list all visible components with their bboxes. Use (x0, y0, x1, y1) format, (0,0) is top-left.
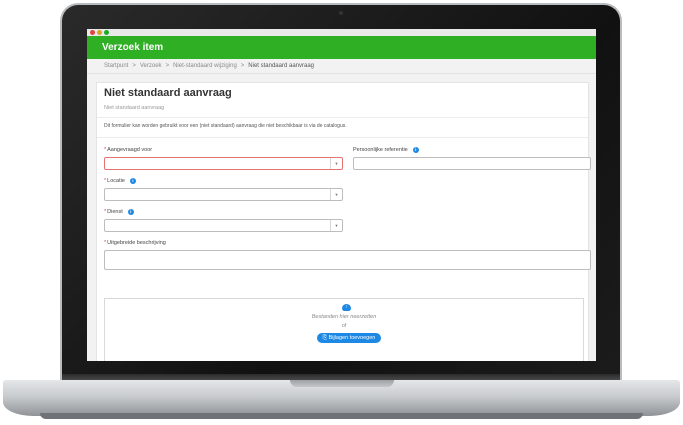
divider (97, 117, 588, 118)
screen: Verzoek item Startpunt > Verzoek > Niet-stan… (87, 29, 596, 361)
camera-dot (339, 11, 343, 15)
page-subtitle: Niet standaard aanvraag (104, 105, 165, 111)
app-title: Verzoek item (102, 42, 164, 53)
description-label: * Uitgebreide beschrijving (104, 240, 166, 246)
info-icon[interactable]: i (127, 209, 134, 215)
attachment-dropzone[interactable]: ↑ Bestanden hier neerzetten of ⎘ Bijlage… (104, 298, 584, 361)
laptop-notch (290, 380, 394, 387)
window-titlebar (87, 29, 596, 36)
breadcrumb: Startpunt > Verzoek > Niet-standaard wijzigi… (87, 59, 596, 74)
breadcrumb-separator: > (165, 63, 170, 69)
chevron-down-icon[interactable]: ▼ (330, 189, 342, 200)
required-marker: * (104, 147, 107, 153)
breadcrumb-startpunt[interactable]: Startpunt (104, 63, 128, 69)
cloud-upload-icon: ↑ (342, 304, 351, 311)
maximize-window-icon[interactable] (104, 30, 109, 35)
personal-reference-input[interactable] (353, 157, 591, 170)
minimize-window-icon[interactable] (97, 30, 102, 35)
add-attachments-button[interactable]: ⎘ Bijlagen toevoegen (317, 333, 381, 343)
required-marker: * (104, 240, 107, 246)
drop-files-text: Bestanden hier neerzetten (311, 314, 377, 320)
breadcrumb-separator: > (132, 63, 136, 69)
chevron-down-icon[interactable]: ▼ (330, 158, 342, 169)
personal-reference-label: Persoonlijke referentie i (353, 147, 419, 153)
form-card: Niet standaard aanvraag Niet standaard a… (96, 82, 591, 361)
app-header: Verzoek item (87, 36, 596, 59)
close-window-icon[interactable] (90, 30, 95, 35)
requested-for-select[interactable]: ▼ (104, 157, 343, 170)
divider (97, 137, 588, 138)
location-select[interactable]: ▼ (104, 188, 343, 201)
page-title: Niet standaard aanvraag (104, 87, 232, 99)
breadcrumb-verzoek[interactable]: Verzoek (140, 63, 162, 69)
required-marker: * (104, 178, 107, 184)
form-intro: Dit formulier kan worden gebruikt voor e… (104, 123, 347, 129)
chevron-down-icon[interactable]: ▼ (330, 220, 342, 231)
laptop-base-shadow (40, 413, 643, 419)
info-icon[interactable]: i (129, 178, 136, 184)
location-label: * Locatie i (104, 178, 136, 184)
breadcrumb-separator: > (240, 63, 245, 69)
service-select[interactable]: ▼ (104, 219, 343, 232)
description-textarea[interactable] (104, 250, 591, 270)
breadcrumb-niet-standaard-wijziging[interactable]: Niet-standaard wijziging (173, 63, 237, 69)
info-icon[interactable]: i (412, 147, 419, 153)
requested-for-label: * Aangevraagd voor (104, 147, 153, 153)
required-marker: * (104, 209, 107, 215)
breadcrumb-current: Niet standaard aanvraag (248, 63, 315, 69)
service-label: * Dienst i (104, 209, 134, 215)
or-text: of (341, 323, 347, 329)
